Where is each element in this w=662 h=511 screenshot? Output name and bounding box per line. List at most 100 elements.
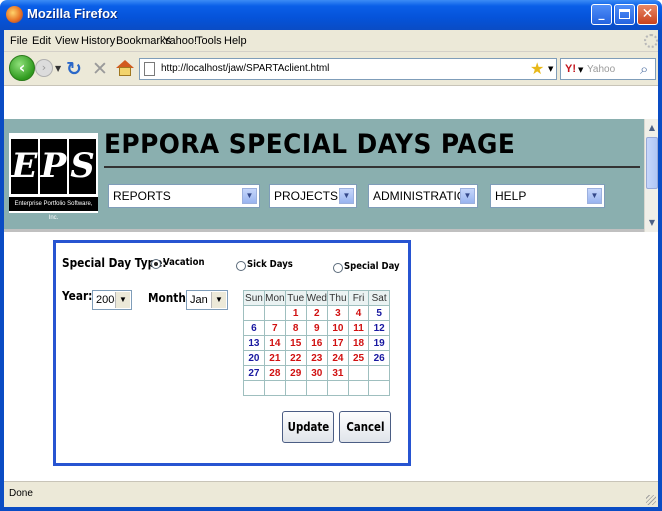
calendar-day-cell[interactable]: 27 (243, 365, 265, 381)
calendar-day-cell[interactable]: 12 (368, 320, 390, 336)
bookmark-star-icon[interactable]: ★ (530, 59, 544, 78)
calendar-day-cell[interactable]: 28 (263, 365, 286, 381)
weekday-header: Mon (263, 290, 286, 306)
cancel-button[interactable]: Cancel (339, 411, 391, 443)
menu-help[interactable]: Help (224, 35, 247, 47)
calendar-day-cell[interactable] (284, 380, 307, 396)
calendar-day-cell[interactable]: 13 (243, 335, 265, 351)
header-scrollbar[interactable]: ▲ ▼ (644, 119, 658, 232)
maximize-button[interactable] (614, 4, 635, 25)
calendar-day-cell[interactable] (347, 365, 370, 381)
calendar-day-cell[interactable]: 30 (305, 365, 329, 381)
calendar-day-cell[interactable]: 21 (263, 350, 286, 366)
home-icon[interactable] (116, 60, 134, 76)
vacation-radio-label[interactable]: Vacation (163, 257, 205, 268)
menu-file[interactable]: File (10, 35, 28, 47)
calendar-day-cell[interactable] (368, 365, 390, 381)
address-dropdown-icon[interactable]: ▼ (548, 65, 553, 73)
chevron-down-icon[interactable]: ▼ (115, 292, 130, 308)
calendar-day-cell[interactable]: 10 (327, 320, 349, 336)
calendar-day-cell[interactable]: 31 (327, 365, 349, 381)
weekday-header: Thu (327, 290, 349, 306)
forward-button[interactable]: › (35, 59, 53, 77)
scroll-down-icon[interactable]: ▼ (645, 216, 659, 230)
calendar-day-cell[interactable]: 22 (284, 350, 307, 366)
weekday-header: Sat (368, 290, 390, 306)
search-placeholder[interactable]: Yahoo (587, 64, 615, 75)
menu-edit[interactable]: Edit (32, 35, 51, 47)
calendar-day-cell[interactable] (368, 380, 390, 396)
calendar-day-cell[interactable]: 9 (305, 320, 329, 336)
eps-logo: E P S Enterprise Portfolio Software, Inc… (9, 133, 98, 221)
calendar-day-cell[interactable] (263, 305, 286, 321)
search-box[interactable]: Y! ▼ Yahoo ⌕ (560, 58, 656, 80)
calendar-day-cell[interactable]: 11 (347, 320, 370, 336)
vacation-radio[interactable] (151, 259, 161, 269)
scroll-thumb[interactable] (646, 137, 658, 189)
calendar-day-cell[interactable]: 5 (368, 305, 390, 321)
calendar-day-cell[interactable]: 2 (305, 305, 329, 321)
close-button[interactable]: ✕ (637, 4, 658, 25)
history-dropdown-icon[interactable]: ▼ (55, 64, 61, 73)
menu-yahoo[interactable]: Yahoo! (163, 35, 197, 47)
chevron-down-icon[interactable]: ▼ (460, 188, 475, 204)
calendar-day-cell[interactable] (263, 380, 286, 396)
address-url[interactable]: http://localhost/jaw/SPARTAclient.html (161, 63, 329, 74)
calendar-day-cell[interactable] (243, 305, 265, 321)
administration-menu[interactable]: ADMINISTRATION ▼ (368, 184, 478, 208)
calendar-day-cell[interactable] (243, 380, 265, 396)
calendar-day-cell[interactable]: 4 (347, 305, 370, 321)
search-icon[interactable]: ⌕ (640, 60, 648, 78)
chevron-down-icon[interactable]: ▼ (211, 292, 226, 308)
calendar-day-cell[interactable]: 24 (327, 350, 349, 366)
reload-icon[interactable]: ↻ (66, 58, 82, 80)
chevron-down-icon[interactable]: ▼ (587, 188, 602, 204)
menu-history[interactable]: History (81, 35, 115, 47)
calendar-day-cell[interactable]: 14 (263, 335, 286, 351)
calendar-day-cell[interactable]: 3 (327, 305, 349, 321)
cancel-button-label: Cancel (345, 420, 385, 434)
calendar-day-cell[interactable]: 8 (284, 320, 307, 336)
calendar-day-cell[interactable]: 26 (368, 350, 390, 366)
special-day-radio[interactable] (333, 263, 343, 273)
chevron-down-icon[interactable]: ▼ (242, 188, 257, 204)
projects-menu[interactable]: PROJECTS ▼ (269, 184, 357, 208)
calendar-day-cell[interactable]: 6 (243, 320, 265, 336)
calendar-day-cell[interactable]: 23 (305, 350, 329, 366)
address-bar[interactable]: http://localhost/jaw/SPARTAclient.html ★… (139, 58, 557, 80)
search-engine-dropdown-icon[interactable]: ▼ (578, 66, 583, 74)
calendar-day-cell[interactable]: 20 (243, 350, 265, 366)
calendar-day-cell[interactable]: 25 (347, 350, 370, 366)
resize-grip-icon[interactable] (646, 495, 656, 505)
calendar-day-cell[interactable] (327, 380, 349, 396)
update-button[interactable]: Update (282, 411, 334, 443)
help-menu[interactable]: HELP ▼ (490, 184, 605, 208)
weekday-header: Fri (347, 290, 370, 306)
calendar-day-cell[interactable] (305, 380, 329, 396)
sick-days-radio[interactable] (236, 261, 246, 271)
calendar-day-cell[interactable]: 15 (284, 335, 307, 351)
calendar-day-cell[interactable]: 17 (327, 335, 349, 351)
chevron-down-icon[interactable]: ▼ (339, 188, 354, 204)
calendar-day-cell[interactable]: 19 (368, 335, 390, 351)
yahoo-icon[interactable]: Y! (565, 63, 576, 75)
reports-menu[interactable]: REPORTS ▼ (108, 184, 260, 208)
title-divider (104, 166, 640, 168)
menu-view[interactable]: View (55, 35, 79, 47)
special-day-radio-label[interactable]: Special Day (344, 261, 400, 272)
calendar: Sun Mon Tue Wed Thu Fri Sat 1 2 3 4 5 6 … (243, 290, 390, 396)
calendar-day-cell[interactable]: 7 (263, 320, 286, 336)
calendar-day-cell[interactable]: 16 (305, 335, 329, 351)
calendar-day-cell[interactable] (347, 380, 370, 396)
scroll-up-icon[interactable]: ▲ (645, 121, 659, 135)
year-select[interactable]: 2008 ▼ (92, 290, 132, 310)
calendar-day-cell[interactable]: 18 (347, 335, 370, 351)
month-select[interactable]: Jan ▼ (186, 290, 228, 310)
back-button[interactable]: ‹ (9, 55, 35, 81)
minimize-button[interactable]: _ (591, 4, 612, 25)
stop-icon[interactable]: ✕ (92, 58, 108, 80)
calendar-day-cell[interactable]: 1 (284, 305, 307, 321)
sick-days-radio-label[interactable]: Sick Days (247, 259, 293, 270)
menu-tools[interactable]: Tools (196, 35, 222, 47)
calendar-day-cell[interactable]: 29 (284, 365, 307, 381)
